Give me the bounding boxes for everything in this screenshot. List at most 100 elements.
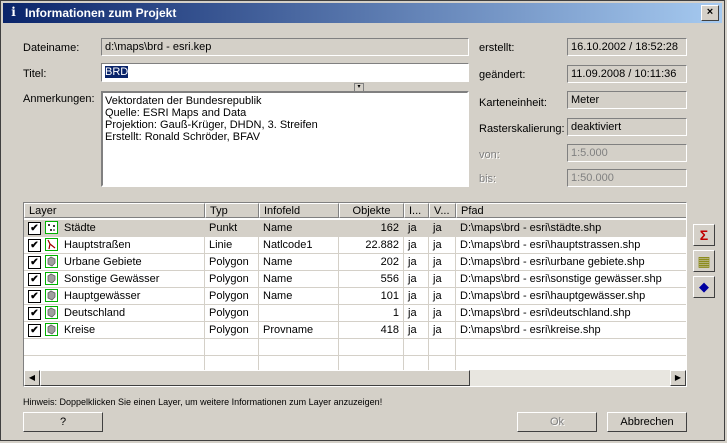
table-row[interactable]: ✔ Kreise Polygon Provname 418 ja ja D:\maps\brd… [24,322,686,339]
cell-layer: ✔ Städte [24,220,205,237]
attribute-table-button[interactable]: ▦ [693,250,715,272]
layer-properties-button[interactable]: ◆ [693,276,715,298]
horizontal-scrollbar[interactable]: ◀ ▶ [24,370,686,386]
table-row[interactable]: ✔ Urbane Gebiete Polygon Name 202 ja ja D:\maps… [24,254,686,271]
cell-infofeld: Natlcode1 [259,237,339,254]
cell-pfad: D:\maps\brd - esri\hauptstrassen.shp [456,237,686,254]
cell-i [404,339,429,356]
sum-button[interactable]: Σ [693,224,715,246]
cell-pfad: D:\maps\brd - esri\deutschland.shp [456,305,686,322]
col-header-v[interactable]: V... [429,203,456,218]
cell-i: ja [404,322,429,339]
anmerkung-line: Vektordaten der Bundesrepublik [105,95,262,107]
col-header-layer[interactable]: Layer [24,203,205,218]
table-row[interactable]: ✔ Sonstige Gewässer Polygon Name 556 ja ja D:\m… [24,271,686,288]
sum-icon: Σ [699,227,709,243]
titel-label: Titel: [23,68,47,80]
karteneinheit-label: Karteneinheit: [479,97,547,109]
layer-visible-checkbox[interactable]: ✔ [28,273,41,286]
von-field: 1:5.000 [567,144,687,162]
ok-button[interactable]: Ok [517,412,597,432]
dateiname-label: Dateiname: [23,42,80,54]
polygon-layer-icon [45,272,58,285]
polygon-layer-icon [45,306,58,319]
cell-v: ja [429,288,456,305]
cancel-button[interactable]: Abbrechen [607,412,687,432]
cell-infofeld [259,305,339,322]
layer-visible-checkbox[interactable]: ✔ [28,307,41,320]
polygon-layer-icon [45,255,58,268]
cell-typ: Linie [205,237,259,254]
layer-name: Urbane Gebiete [64,256,142,268]
layer-name: Kreise [64,324,96,336]
cell-pfad: D:\maps\brd - esri\sonstige gewässer.shp [456,271,686,288]
table-row[interactable]: ✔ Hauptstraßen Linie Natlcode1 22.882 ja ja D:\… [24,237,686,254]
cell-i: ja [404,271,429,288]
cell-layer: ✔ Deutschland [24,305,205,322]
table-row[interactable]: ✔ Deutschland Polygon 1 ja ja D:\maps\brd - es… [24,305,686,322]
anmerkung-line: Quelle: ESRI Maps and Data [105,107,247,119]
cell-v: ja [429,237,456,254]
layer-name: Städte [64,222,96,234]
cell-objekte: 1 [339,305,404,322]
cell-infofeld: Name [259,288,339,305]
scroll-thumb[interactable] [40,370,470,386]
close-button[interactable]: × [701,5,719,21]
point-layer-icon [45,221,58,234]
cell-i: ja [404,305,429,322]
layer-visible-checkbox[interactable]: ✔ [28,290,41,303]
title-bar[interactable]: i Informationen zum Projekt × [3,3,722,23]
anmerkung-line: Projektion: Gauß-Krüger, DHDN, 3. Streif… [105,119,318,131]
titel-input[interactable]: BRD [101,63,469,82]
rasterskalierung-field: deaktiviert [567,118,687,136]
cell-v: ja [429,220,456,237]
erstellt-label: erstellt: [479,42,515,54]
layer-name: Hauptstraßen [64,239,131,251]
col-header-infofeld[interactable]: Infofeld [259,203,339,218]
anmerkungen-textarea[interactable]: Vektordaten der Bundesrepublik Quelle: E… [101,91,469,187]
layer-visible-checkbox[interactable]: ✔ [28,256,41,269]
table-row[interactable]: ✔ Hauptgewässer Polygon Name 101 ja ja D:\maps\… [24,288,686,305]
col-header-objekte[interactable]: Objekte [339,203,404,218]
cell-layer [24,339,205,356]
line-layer-icon [45,238,58,251]
cell-infofeld: Name [259,220,339,237]
table-row [24,339,686,356]
cell-v: ja [429,322,456,339]
cell-v: ja [429,271,456,288]
col-header-pfad[interactable]: Pfad [456,203,686,218]
layer-visible-checkbox[interactable]: ✔ [28,239,41,252]
project-info-dialog: i Informationen zum Projekt × Dateiname:… [0,0,725,441]
cell-typ: Polygon [205,288,259,305]
cell-objekte: 556 [339,271,404,288]
cell-infofeld: Provname [259,322,339,339]
cell-objekte: 202 [339,254,404,271]
cell-typ: Polygon [205,322,259,339]
window-title: Informationen zum Projekt [25,6,177,20]
table-row[interactable]: ✔ Städte Punkt Name 162 ja ja D:\maps\brd - esr… [24,220,686,237]
cell-objekte: 101 [339,288,404,305]
scroll-left-icon[interactable]: ◀ [24,370,40,386]
scroll-right-icon[interactable]: ▶ [670,370,686,386]
cell-infofeld: Name [259,271,339,288]
col-header-i[interactable]: I... [404,203,429,218]
layer-name: Deutschland [64,307,126,319]
cell-pfad: D:\maps\brd - esri\hauptgewässer.shp [456,288,686,305]
layer-visible-checkbox[interactable]: ✔ [28,222,41,235]
cell-typ: Polygon [205,271,259,288]
von-label: von: [479,149,500,161]
polygon-layer-icon [45,323,58,336]
layer-visible-checkbox[interactable]: ✔ [28,324,41,337]
cell-pfad: D:\maps\brd - esri\kreise.shp [456,322,686,339]
cell-layer: ✔ Sonstige Gewässer [24,271,205,288]
cell-layer: ✔ Hauptstraßen [24,237,205,254]
anmerkung-line: Erstellt: Ronald Schröder, BFAV [105,131,261,143]
layer-table[interactable]: Layer Typ Infofeld Objekte I... V... Pfa… [23,202,687,387]
cell-typ: Polygon [205,305,259,322]
karteneinheit-field: Meter [567,91,687,109]
dateiname-field: d:\maps\brd - esri.kep [101,38,469,56]
table-header: Layer Typ Infofeld Objekte I... V... Pfa… [24,203,686,220]
cell-layer: ✔ Kreise [24,322,205,339]
col-header-typ[interactable]: Typ [205,203,259,218]
help-button[interactable]: ? [23,412,103,432]
